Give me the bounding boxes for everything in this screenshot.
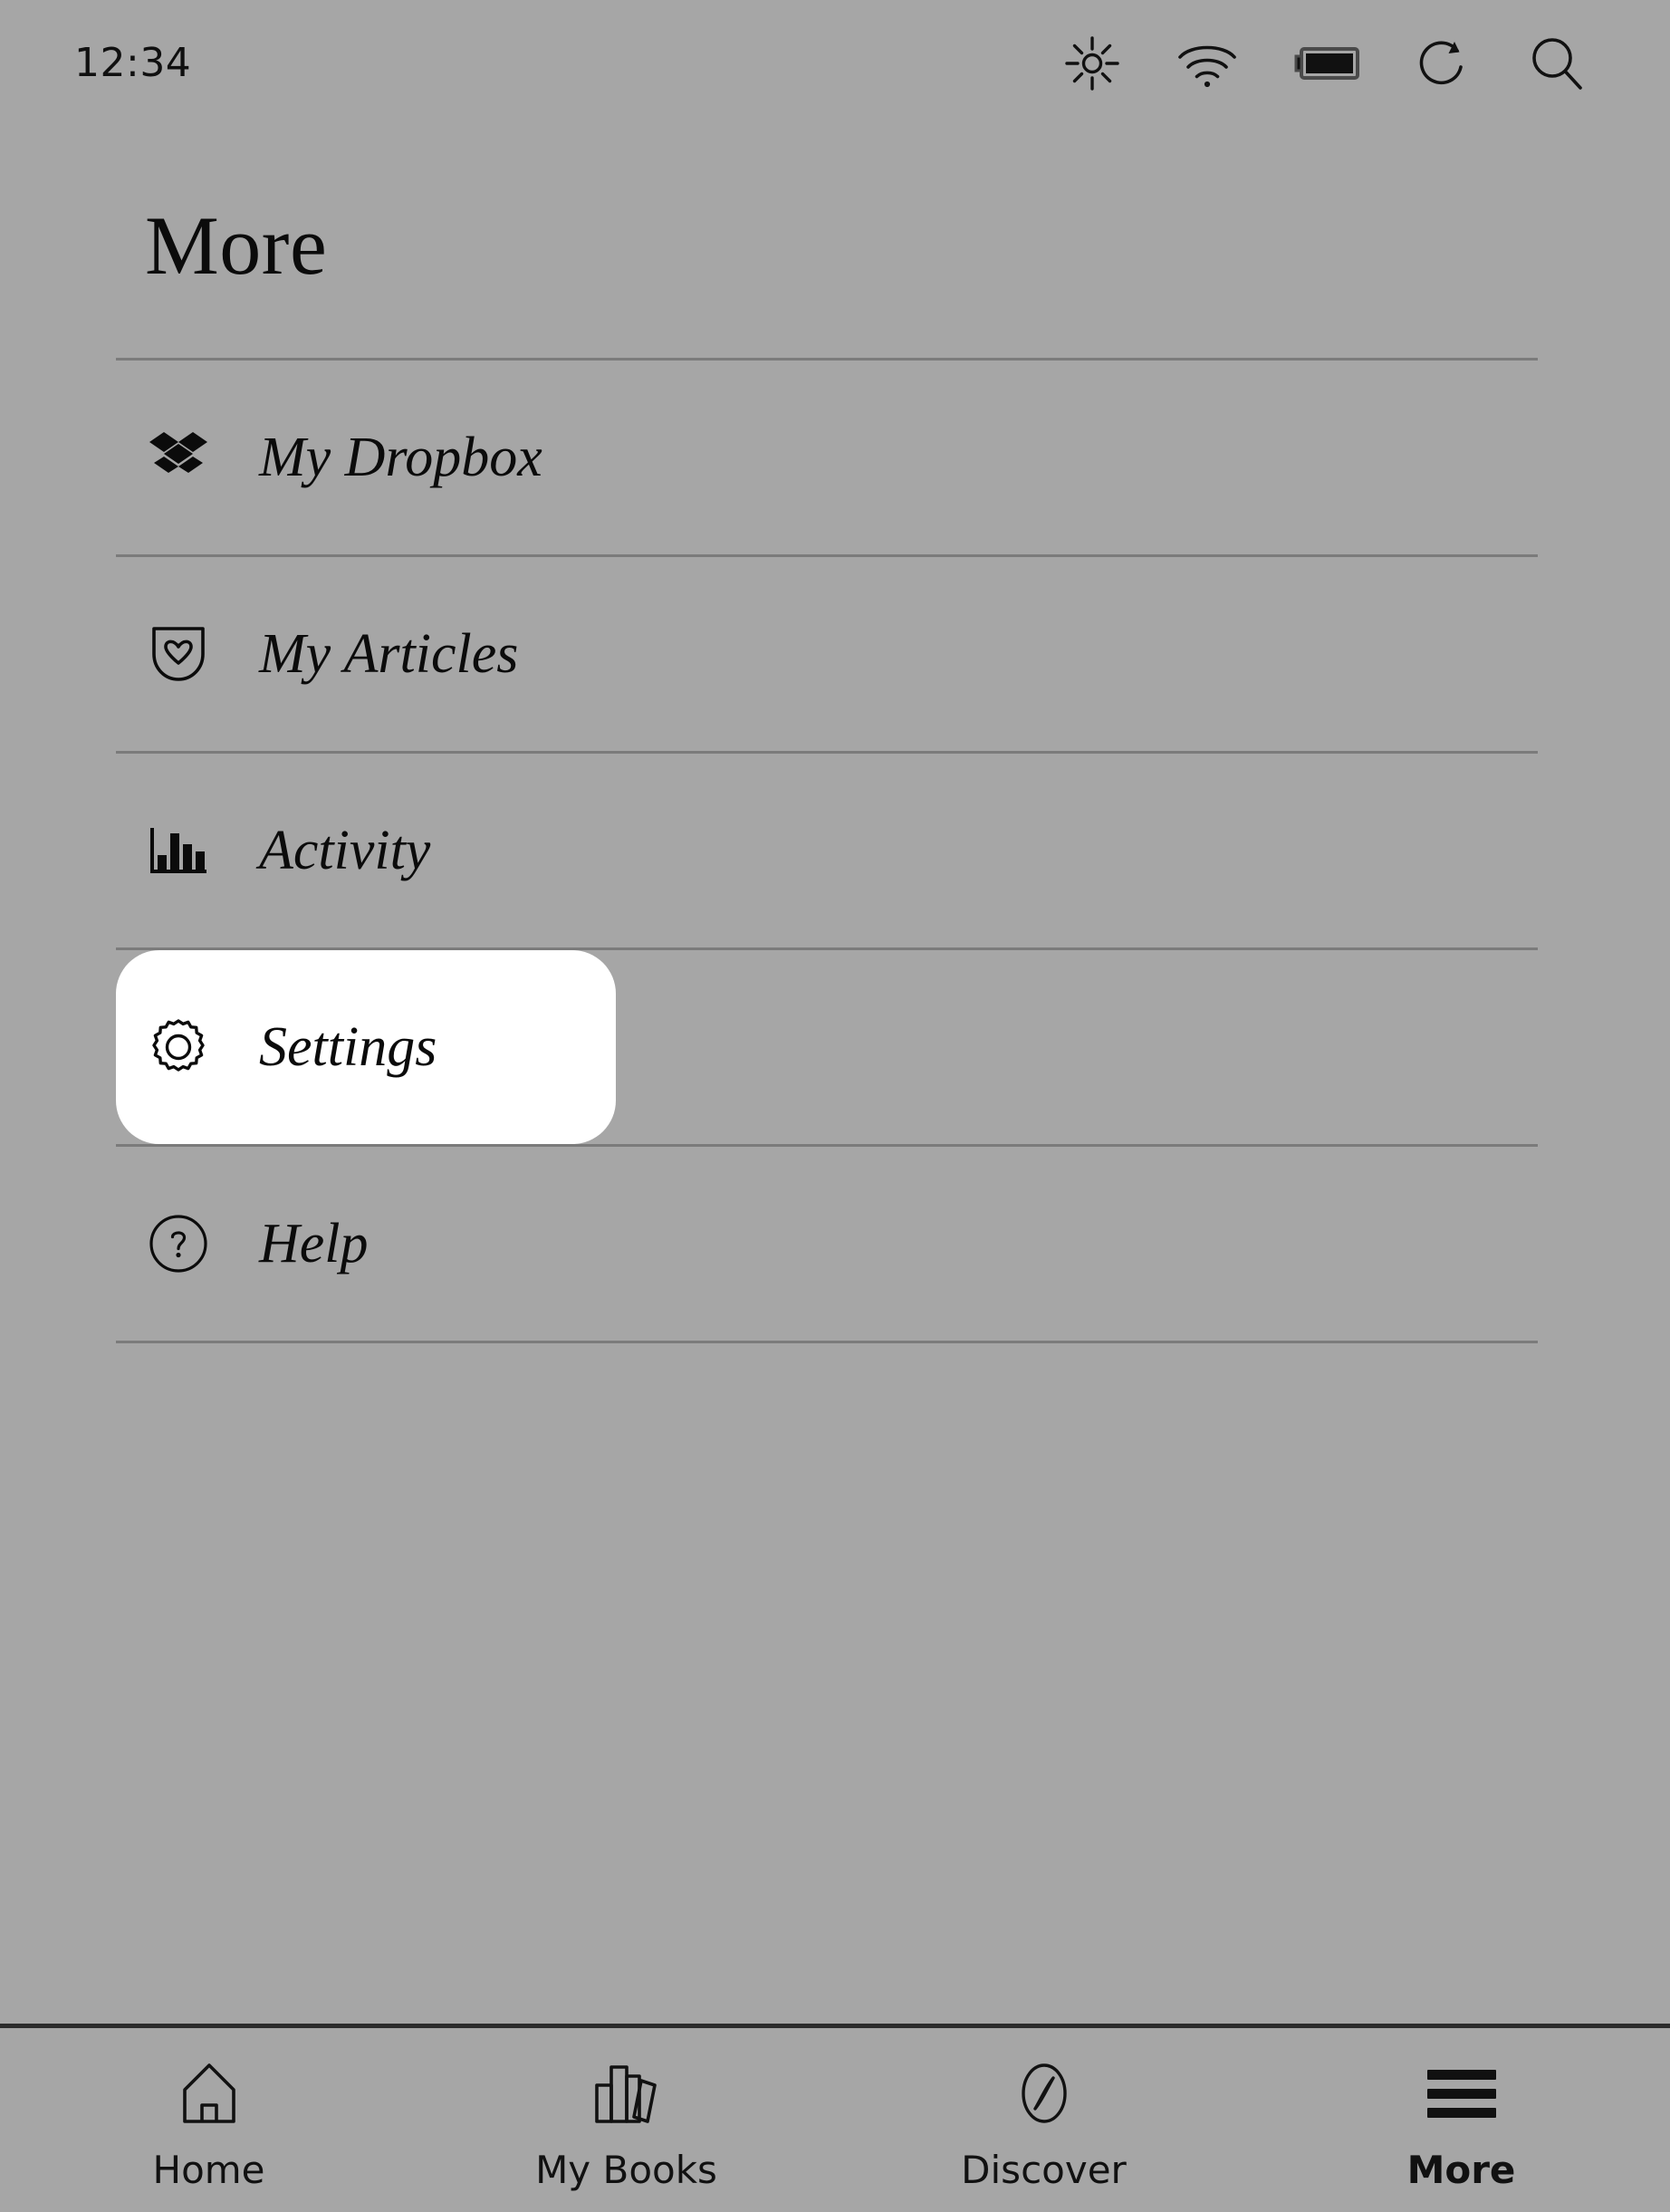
menu-item-my-articles[interactable]: My Articles [116,557,1538,751]
search-icon[interactable] [1527,34,1587,93]
nav-item-discover[interactable]: Discover [835,2059,1252,2189]
more-menu-list: My Dropbox My Articles Activity [116,358,1538,1343]
menu-item-activity[interactable]: Activity [116,754,1538,947]
status-clock: 12:34 [74,43,191,83]
nav-item-label: Home [152,2151,264,2189]
menu-item-label: Activity [259,822,430,879]
list-divider [116,1341,1538,1343]
bottom-navigation-bar: Home My Books Discover [0,2024,1670,2212]
wifi-icon[interactable] [1176,38,1239,89]
nav-item-my-books[interactable]: My Books [418,2059,835,2189]
gear-icon [145,1014,212,1081]
hamburger-icon [1424,2059,1500,2128]
menu-item-label: My Articles [259,626,518,682]
status-bar: 12:34 [0,0,1670,127]
home-icon [178,2059,241,2128]
sync-icon[interactable] [1415,34,1473,92]
compass-icon [1012,2059,1077,2128]
nav-item-label: More [1407,2151,1516,2189]
nav-item-more[interactable]: More [1252,2059,1670,2189]
nav-item-home[interactable]: Home [0,2059,418,2189]
menu-item-my-dropbox[interactable]: My Dropbox [116,361,1538,554]
menu-item-label: My Dropbox [259,429,542,486]
menu-item-label: Settings [259,1019,437,1075]
brightness-icon[interactable] [1063,34,1121,92]
books-icon [591,2059,662,2128]
status-icon-group [1063,34,1587,93]
menu-item-settings[interactable]: Settings [116,950,616,1144]
nav-item-label: My Books [535,2151,717,2189]
menu-item-label: Help [259,1216,369,1272]
bar-chart-icon [145,817,212,884]
nav-item-label: Discover [961,2151,1127,2189]
menu-item-help[interactable]: Help [116,1147,1538,1341]
question-circle-icon [145,1210,212,1277]
battery-icon [1293,43,1360,83]
pocket-icon [145,620,212,688]
page-title: More [145,204,327,287]
dropbox-icon [145,424,212,491]
